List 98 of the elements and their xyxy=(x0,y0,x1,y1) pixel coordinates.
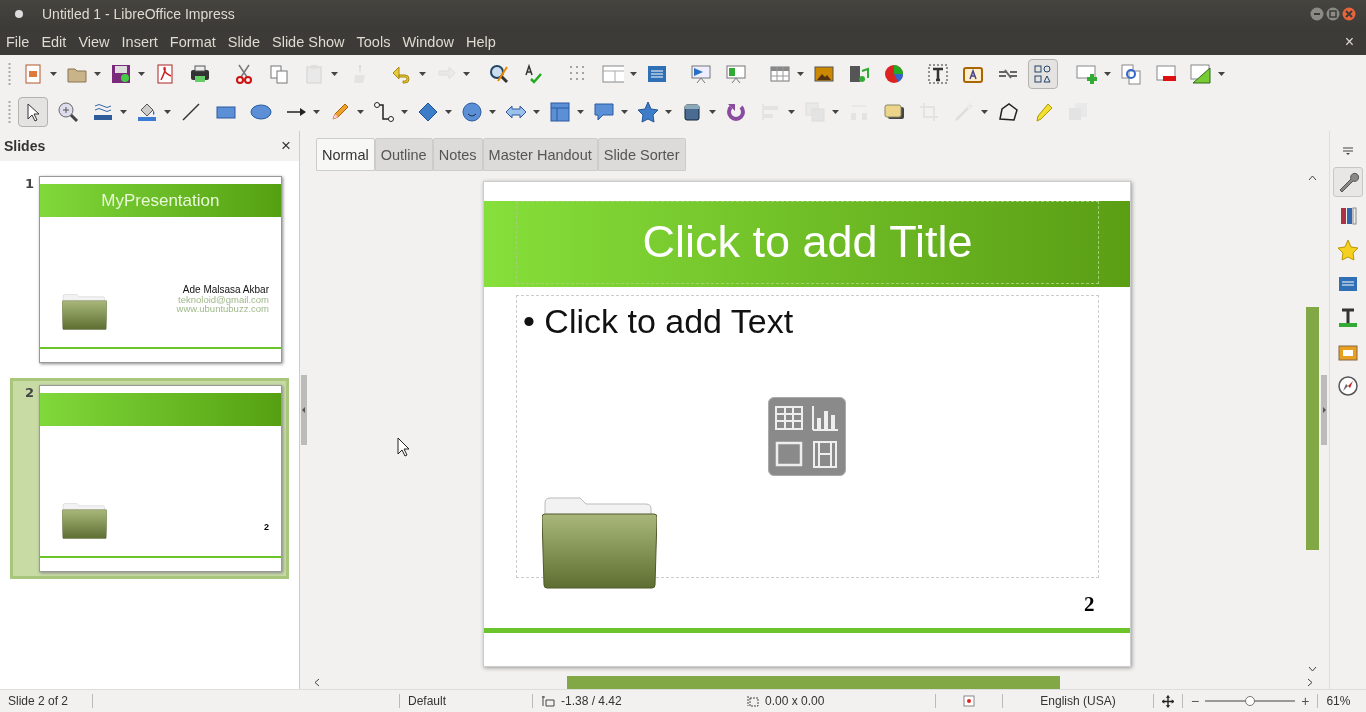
caret-icon[interactable] xyxy=(357,110,364,114)
window-menu-icon[interactable] xyxy=(14,9,24,19)
menu-item[interactable]: Window xyxy=(396,33,460,50)
scrollbar-thumb[interactable] xyxy=(1306,307,1319,550)
menu-item[interactable]: Help xyxy=(459,33,502,50)
view-tab[interactable]: Outline xyxy=(374,138,433,171)
caret-icon[interactable] xyxy=(797,72,804,76)
collapse-handle-icon[interactable] xyxy=(301,375,307,445)
document-modified-icon xyxy=(963,695,975,707)
compass-icon xyxy=(1337,375,1359,397)
film-icon[interactable] xyxy=(810,439,840,469)
master-name: Default xyxy=(407,694,448,708)
menu-item[interactable]: Slide xyxy=(221,33,266,50)
panel-title: Slides xyxy=(4,138,46,154)
title-text: Click to add Title xyxy=(642,216,973,268)
caret-icon[interactable] xyxy=(138,72,145,76)
menu-item[interactable]: View xyxy=(72,33,116,50)
view-tab[interactable]: Slide Sorter xyxy=(597,138,686,171)
language-text: English (USA) xyxy=(1039,694,1117,708)
caret-icon[interactable] xyxy=(463,72,470,76)
bullet-text: • Click to add Text xyxy=(523,301,794,341)
caret-icon[interactable] xyxy=(164,110,171,114)
caret-icon[interactable] xyxy=(331,72,338,76)
toolbar-handle[interactable] xyxy=(8,101,11,123)
view-tab[interactable]: Normal xyxy=(316,138,375,171)
scroll-down-icon[interactable] xyxy=(1308,666,1317,672)
scroll-right-icon[interactable] xyxy=(1307,678,1313,687)
page-number: 2 xyxy=(1084,591,1095,617)
size-text: 0.00 x 0.00 xyxy=(765,694,825,708)
caret-icon[interactable] xyxy=(788,110,795,114)
size-icon xyxy=(747,695,759,707)
email-text: teknoloid@gmail.com xyxy=(178,295,269,304)
caret-icon[interactable] xyxy=(533,110,540,114)
menu-item[interactable]: Tools xyxy=(350,33,397,50)
close-document-button[interactable]: × xyxy=(1344,32,1354,51)
slide-thumbnail[interactable]: MyPresentation Ade Malsasa Akbar teknoloid@gmail.com www.ubuntubuzz.com xyxy=(38,176,282,363)
minimize-icon[interactable] xyxy=(1310,7,1324,21)
caret-icon[interactable] xyxy=(1104,72,1111,76)
caret-icon[interactable] xyxy=(313,110,320,114)
star-icon xyxy=(1337,239,1359,261)
folder-drawing xyxy=(61,503,107,539)
caret-icon[interactable] xyxy=(445,110,452,114)
view-tab[interactable]: Master Handout xyxy=(482,138,598,171)
page-number: 2 xyxy=(264,522,269,532)
slide-number: 2 xyxy=(25,385,35,402)
menu-item[interactable]: Edit xyxy=(35,33,73,50)
caret-icon[interactable] xyxy=(120,110,127,114)
slide-thumbnail-row[interactable]: 2 2 xyxy=(10,378,289,579)
properties-icon xyxy=(1337,171,1359,193)
scroll-up-icon[interactable] xyxy=(1308,175,1317,181)
slide-thumbnail-row[interactable]: 1 MyPresentation Ade Malsasa Akbar teknoloid@gmail.com www.ubuntubuzz.com xyxy=(10,169,289,370)
image-icon[interactable] xyxy=(774,439,804,469)
caret-icon[interactable] xyxy=(981,110,988,114)
position-text: -1.38 / 4.42 xyxy=(561,694,622,708)
website-text: www.ubuntubuzz.com xyxy=(176,304,269,313)
folder-drawing xyxy=(61,294,107,330)
view-tab[interactable]: Notes xyxy=(432,138,483,171)
menu-item[interactable]: Insert xyxy=(115,33,164,50)
caret-icon[interactable] xyxy=(630,72,637,76)
caret-icon[interactable] xyxy=(50,72,57,76)
slide-title: MyPresentation xyxy=(101,190,220,211)
caret-icon[interactable] xyxy=(577,110,584,114)
slider-thumb[interactable] xyxy=(1245,696,1256,706)
text-icon xyxy=(1337,307,1359,329)
slide-number: 1 xyxy=(25,176,35,193)
caret-icon[interactable] xyxy=(665,110,672,114)
slide[interactable]: Click to add Title • Click to add Text 2 xyxy=(483,180,1131,667)
caret-icon[interactable] xyxy=(419,72,426,76)
menu-item[interactable]: Format xyxy=(163,33,222,50)
slide-count: Slide 2 of 2 xyxy=(7,694,70,708)
caret-icon[interactable] xyxy=(489,110,496,114)
mouse-pointer-icon xyxy=(397,437,410,457)
zoom-in-button[interactable]: + xyxy=(1301,693,1310,709)
scrollbar-thumb[interactable] xyxy=(567,676,1060,689)
maximize-icon[interactable] xyxy=(1326,7,1340,21)
caret-icon[interactable] xyxy=(94,72,101,76)
scroll-left-icon[interactable] xyxy=(314,678,320,687)
zoom-out-button[interactable]: − xyxy=(1191,693,1200,709)
collapse-handle-icon[interactable] xyxy=(1321,375,1327,445)
menu-item[interactable]: Slide Show xyxy=(266,33,351,50)
caret-icon[interactable] xyxy=(401,110,408,114)
caret-icon[interactable] xyxy=(1218,72,1225,76)
chart-icon[interactable] xyxy=(810,403,840,433)
toolbar-handle[interactable] xyxy=(8,63,11,85)
caret-icon[interactable] xyxy=(621,110,628,114)
position-icon xyxy=(541,695,555,707)
menu-item[interactable]: File xyxy=(0,33,36,50)
close-icon[interactable] xyxy=(1342,7,1356,21)
slide-thumbnail[interactable]: 2 xyxy=(38,385,282,572)
close-panel-button[interactable]: × xyxy=(281,136,291,156)
caret-icon[interactable] xyxy=(709,110,716,114)
sidebar-button[interactable] xyxy=(1333,167,1363,197)
zoom-percent: 61% xyxy=(1325,694,1352,708)
author-name: Ade Malsasa Akbar xyxy=(182,284,269,295)
window-title: Untitled 1 - LibreOffice Impress xyxy=(42,6,235,22)
caret-icon[interactable] xyxy=(832,110,839,114)
move-icon xyxy=(1162,694,1174,708)
table-icon[interactable] xyxy=(774,403,804,433)
